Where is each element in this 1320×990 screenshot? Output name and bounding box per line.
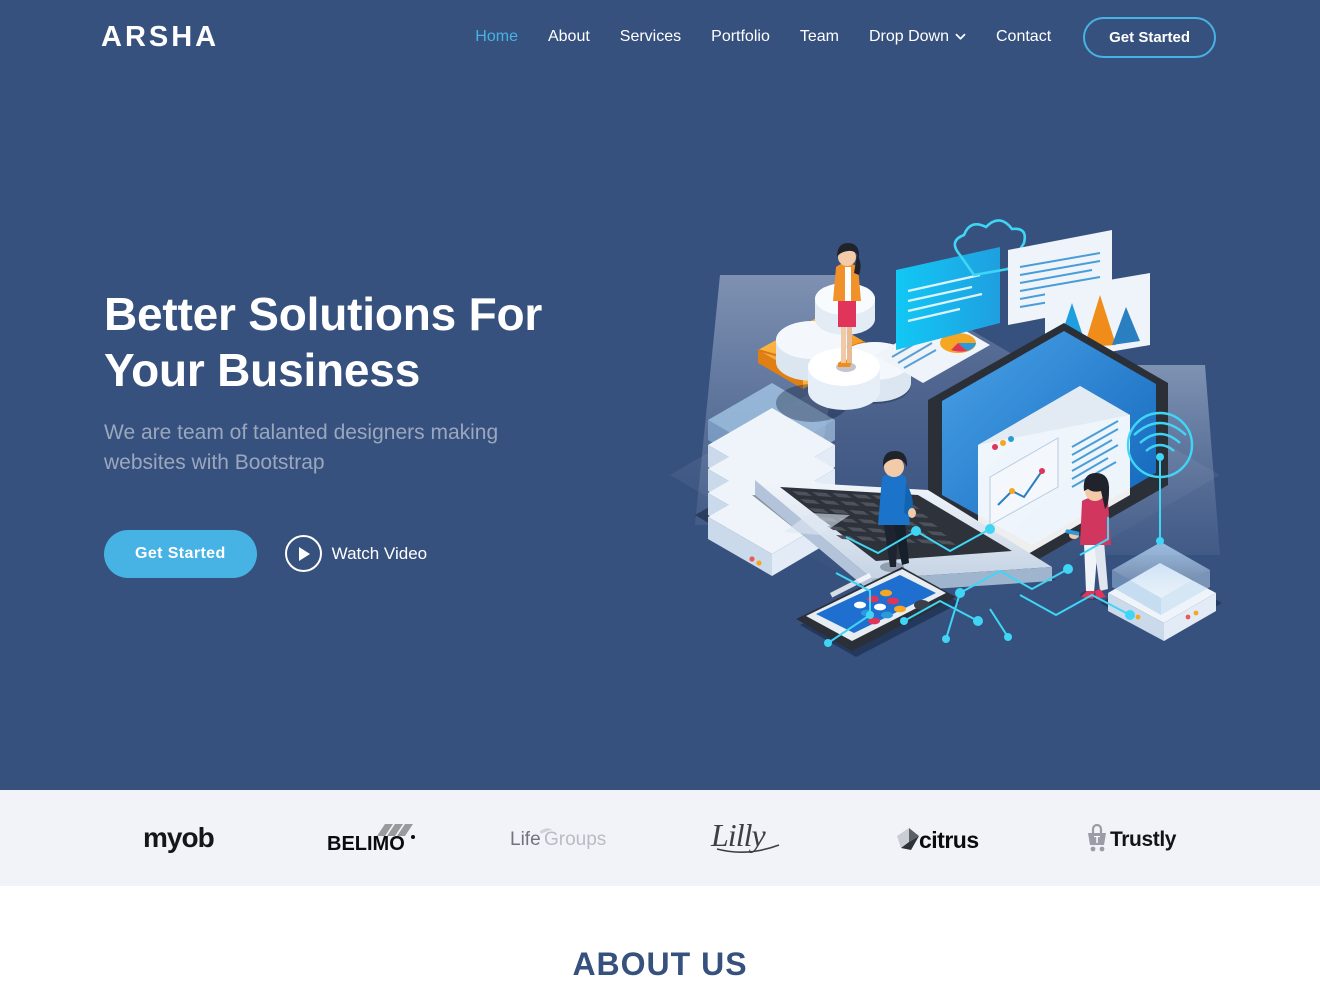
clients-section: myob BELIMO Life Groups Lilly citrus T T… [0, 790, 1320, 886]
about-section-title: ABOUT US [0, 948, 1320, 980]
page-root: Better Solutions For Your Business We ar… [0, 0, 1320, 990]
main-navigation: Home About Services Portfolio Team Drop … [460, 16, 1216, 58]
nav-link-contact[interactable]: Contact [981, 17, 1066, 57]
nav-item-portfolio: Portfolio [696, 17, 785, 57]
page-title: ABOUT US [572, 946, 748, 982]
hero-title-line2: Your Business [104, 344, 421, 397]
watch-video-button[interactable]: Watch Video [284, 535, 428, 573]
nav-get-started-button[interactable]: Get Started [1083, 16, 1216, 58]
hero-actions: Get Started Watch Video [104, 529, 644, 578]
client-logo-lilly[interactable]: Lilly [660, 808, 850, 868]
svg-text:T: T [1094, 835, 1100, 846]
client-logo-myob[interactable]: myob [90, 808, 280, 868]
hero-subtitle: We are team of talanted designers making… [104, 421, 499, 475]
hero-text-block: Better Solutions For Your Business We ar… [104, 286, 644, 578]
svg-text:BELIMO: BELIMO [327, 833, 405, 855]
nav-link-about[interactable]: About [533, 17, 605, 57]
svg-text:Life: Life [510, 829, 541, 850]
hero-get-started-button[interactable]: Get Started [104, 529, 257, 578]
nav-item-team: Team [785, 17, 854, 57]
client-logo-belimo[interactable]: BELIMO [280, 808, 470, 868]
watch-video-label: Watch Video [331, 543, 428, 563]
nav-item-services: Services [605, 17, 696, 57]
svg-text:Groups: Groups [544, 829, 606, 850]
svg-text:Lilly: Lilly [710, 817, 766, 853]
nav-link-services[interactable]: Services [605, 17, 696, 57]
client-logo-citrus[interactable]: citrus [850, 808, 1040, 868]
nav-link-home[interactable]: Home [460, 17, 533, 57]
client-logo-lifegroups[interactable]: Life Groups [470, 808, 660, 868]
nav-item-contact: Contact [981, 17, 1066, 57]
about-section: ABOUT US [0, 886, 1320, 990]
chevron-down-icon [955, 31, 966, 42]
nav-link-drop-down-label: Drop Down [868, 28, 949, 45]
client-logo-trustly[interactable]: T Trustly [1040, 808, 1230, 868]
hero-title-line1: Better Solutions For [104, 288, 543, 340]
svg-text:myob: myob [143, 822, 214, 853]
site-logo[interactable]: ARSHA [101, 22, 219, 52]
clients-row: myob BELIMO Life Groups Lilly citrus T T… [90, 808, 1230, 868]
nav-link-team[interactable]: Team [785, 17, 854, 57]
nav-link-portfolio[interactable]: Portfolio [696, 17, 785, 57]
nav-item-drop-down: Drop Down [854, 17, 981, 57]
site-header: ARSHA Home About Services Portfolio Team… [0, 0, 1320, 74]
play-icon [284, 535, 322, 573]
nav-list: Home About Services Portfolio Team Drop … [460, 17, 1066, 57]
nav-item-home: Home [460, 17, 533, 57]
nav-item-about: About [533, 17, 605, 57]
svg-text:citrus: citrus [919, 827, 979, 853]
hero-section: Better Solutions For Your Business We ar… [0, 0, 1320, 790]
hero-content: Better Solutions For Your Business We ar… [0, 0, 1320, 790]
svg-text:Trustly: Trustly [1110, 828, 1177, 851]
hero-title: Better Solutions For Your Business [104, 286, 644, 398]
nav-link-drop-down[interactable]: Drop Down [854, 17, 981, 57]
